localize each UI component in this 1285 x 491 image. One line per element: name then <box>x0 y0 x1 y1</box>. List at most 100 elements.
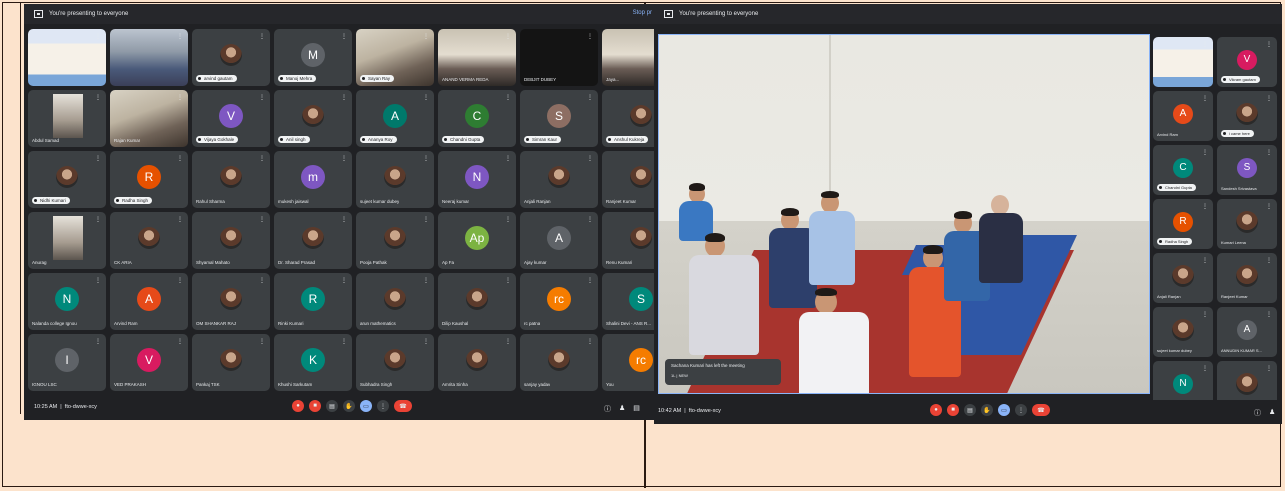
tile-options-icon[interactable]: ⋮ <box>505 216 511 223</box>
tile-options-icon[interactable]: ⋮ <box>1266 365 1272 372</box>
tile-options-icon[interactable]: ⋮ <box>1266 203 1272 210</box>
participant-tile[interactable]: ⋮ Anjali Ranjan <box>520 151 598 208</box>
info-icon[interactable]: ⓘ <box>1254 408 1261 418</box>
tile-options-icon[interactable]: ⋮ <box>177 33 183 40</box>
tile-options-icon[interactable]: ⋮ <box>341 155 347 162</box>
participant-tile[interactable]: ⋮ R Radha Singh <box>110 151 188 208</box>
more-options-button[interactable]: ⋮ <box>377 400 389 412</box>
tile-options-icon[interactable]: ⋮ <box>341 33 347 40</box>
participant-tile[interactable]: ⋮ DEBJIT DUBEY <box>520 29 598 86</box>
tile-options-icon[interactable]: ⋮ <box>259 33 265 40</box>
tile-options-icon[interactable]: ⋮ <box>259 155 265 162</box>
participant-tile[interactable]: ⋮ CK ARIA <box>110 212 188 269</box>
tile-options-icon[interactable]: ⋮ <box>423 216 429 223</box>
tile-options-icon[interactable]: ⋮ <box>587 338 593 345</box>
tile-options-icon[interactable]: ⋮ <box>95 33 101 40</box>
participant-tile[interactable]: ⋮ arvind gautam <box>192 29 270 86</box>
tile-options-icon[interactable]: ⋮ <box>341 216 347 223</box>
people-icon[interactable]: ♟ <box>1269 408 1275 418</box>
tile-options-icon[interactable]: ⋮ <box>587 94 593 101</box>
tile-options-icon[interactable]: ⋮ <box>587 277 593 284</box>
tile-options-icon[interactable]: ⋮ <box>177 338 183 345</box>
tile-options-icon[interactable]: ⋮ <box>1266 311 1272 318</box>
tile-options-icon[interactable]: ⋮ <box>587 155 593 162</box>
leave-call-button[interactable]: ☎ <box>1032 404 1050 416</box>
participant-tile[interactable]: ⋮ Rahul Sharma <box>192 151 270 208</box>
tile-options-icon[interactable]: ⋮ <box>1202 365 1208 372</box>
participant-tile[interactable]: ⋮ S Sandesh Srivastava <box>1217 145 1277 195</box>
participant-tile[interactable]: ⋮ <box>28 29 106 86</box>
participant-tile[interactable]: ⋮ m mukesh jaiswal <box>274 151 352 208</box>
info-icon[interactable]: ⓘ <box>604 404 611 414</box>
participant-tile[interactable]: ⋮ arun mathematics <box>356 273 434 330</box>
participant-tile[interactable]: ⋮ sanjay yadav <box>520 334 598 391</box>
participant-tile[interactable]: ⋮rcYou <box>602 334 658 391</box>
participant-tile[interactable]: ⋮ A Arvind Ram <box>1153 91 1213 141</box>
participant-tile[interactable]: ⋮ K Khushi Sarkutam <box>274 334 352 391</box>
tile-options-icon[interactable]: ⋮ <box>423 94 429 101</box>
raise-hand-button[interactable]: ✋ <box>981 404 993 416</box>
tile-options-icon[interactable]: ⋮ <box>95 94 101 101</box>
participant-tile[interactable]: ⋮ Amrita Sinha <box>438 334 516 391</box>
leave-call-button[interactable]: ☎ <box>394 400 412 412</box>
participant-tile[interactable]: ⋮ N Nalanda college Ignou <box>28 273 106 330</box>
participant-tile[interactable]: ⋮ C Chandni Gupta <box>1153 145 1213 195</box>
participant-tile[interactable]: ⋮ Pooja Pathak <box>356 212 434 269</box>
participant-tile[interactable]: ⋮ Sayan Ray <box>356 29 434 86</box>
participant-tile[interactable]: ⋮ Anil singh <box>274 90 352 147</box>
tile-options-icon[interactable]: ⋮ <box>1202 41 1208 48</box>
participant-tile[interactable]: ⋮ Dr. Sharad Prasad <box>274 212 352 269</box>
spotlight-video[interactable]: Sachana Kumari has left the meeting 1L |… <box>658 34 1150 394</box>
tile-options-icon[interactable]: ⋮ <box>587 216 593 223</box>
participant-tile[interactable]: ⋮Anshul Kukreja <box>602 90 658 147</box>
tile-options-icon[interactable]: ⋮ <box>177 216 183 223</box>
tile-options-icon[interactable]: ⋮ <box>95 155 101 162</box>
participant-tile[interactable]: ⋮ OM SHANKAR RAJ <box>192 273 270 330</box>
participant-tile[interactable]: ⋮ V VED PRAKASH <box>110 334 188 391</box>
participant-tile[interactable]: ⋮ Anjali Ranjan <box>1153 253 1213 303</box>
more-options-button[interactable]: ⋮ <box>1015 404 1027 416</box>
tile-options-icon[interactable]: ⋮ <box>259 216 265 223</box>
participant-tile[interactable]: ⋮ <box>110 29 188 86</box>
present-now-button[interactable]: ▭ <box>360 400 372 412</box>
participant-tile[interactable]: ⋮ i came here <box>1217 91 1277 141</box>
participant-tile[interactable]: ⋮ I IGNOU LSC <box>28 334 106 391</box>
tile-options-icon[interactable]: ⋮ <box>1202 311 1208 318</box>
participant-tile[interactable]: ⋮ sujeet kumar dubey <box>1153 307 1213 357</box>
participant-tile[interactable]: ⋮ ANAND VERMA REDA <box>438 29 516 86</box>
tile-options-icon[interactable]: ⋮ <box>341 277 347 284</box>
tile-options-icon[interactable]: ⋮ <box>505 277 511 284</box>
tile-options-icon[interactable]: ⋮ <box>423 155 429 162</box>
tile-options-icon[interactable]: ⋮ <box>423 33 429 40</box>
captions-button[interactable]: ▤ <box>326 400 338 412</box>
participant-tile[interactable]: ⋮ Shyamal Mahato <box>192 212 270 269</box>
raise-hand-button[interactable]: ✋ <box>343 400 355 412</box>
participant-tile[interactable]: ⋮ A Ananya Roy <box>356 90 434 147</box>
tile-options-icon[interactable]: ⋮ <box>1202 95 1208 102</box>
tile-options-icon[interactable]: ⋮ <box>1266 41 1272 48</box>
tile-options-icon[interactable]: ⋮ <box>95 216 101 223</box>
participant-tile[interactable]: ⋮ Nidhi Kumari <box>28 151 106 208</box>
tile-options-icon[interactable]: ⋮ <box>423 338 429 345</box>
participant-tile[interactable]: ⋮ Kumari Leena <box>1217 199 1277 249</box>
participant-tile[interactable]: ⋮ R Radha Singh <box>1153 199 1213 249</box>
tile-options-icon[interactable]: ⋮ <box>1266 95 1272 102</box>
tile-options-icon[interactable]: ⋮ <box>341 338 347 345</box>
participant-tile[interactable]: ⋮ Anurag <box>28 212 106 269</box>
tile-options-icon[interactable]: ⋮ <box>505 33 511 40</box>
participant-tile[interactable]: ⋮ A ANNUDIN KUMAR S... <box>1217 307 1277 357</box>
tile-options-icon[interactable]: ⋮ <box>423 277 429 284</box>
tile-options-icon[interactable]: ⋮ <box>1266 257 1272 264</box>
stop-presenting-button[interactable]: Stop pr <box>633 10 652 16</box>
tile-options-icon[interactable]: ⋮ <box>505 155 511 162</box>
tile-options-icon[interactable]: ⋮ <box>505 94 511 101</box>
participant-tile[interactable]: ⋮ V Vijaya Gokhale <box>192 90 270 147</box>
tile-options-icon[interactable]: ⋮ <box>177 94 183 101</box>
participant-tile[interactable]: ⋮Renu Kumari <box>602 212 658 269</box>
mic-off-button[interactable]: ● <box>292 400 304 412</box>
mic-off-button[interactable]: ● <box>930 404 942 416</box>
participant-tile[interactable]: ⋮ Ap Ap Fa <box>438 212 516 269</box>
participant-tile[interactable]: ⋮ V Vikram gautam <box>1217 37 1277 87</box>
tile-options-icon[interactable]: ⋮ <box>95 277 101 284</box>
people-icon[interactable]: ♟ <box>619 404 625 414</box>
